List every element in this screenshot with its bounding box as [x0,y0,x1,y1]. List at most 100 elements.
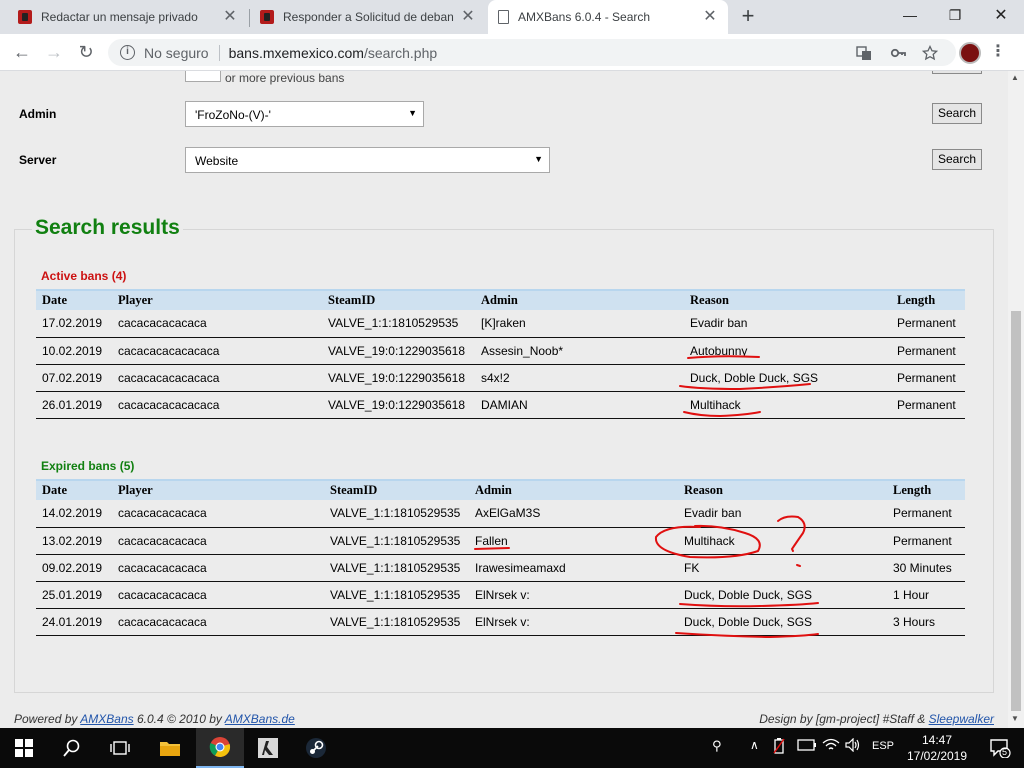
close-tab-icon[interactable]: ✕ [702,9,718,25]
column-header: Player [112,479,324,500]
amx-favicon-icon [18,10,32,24]
back-button[interactable]: ← [9,39,35,65]
scroll-up-icon[interactable]: ▲ [1011,73,1019,82]
url-path: /search.php [363,44,438,61]
file-explorer-icon[interactable] [146,728,194,768]
tab-unban-request[interactable]: Responder a Solicitud de debane ✕ [250,0,486,34]
address-bar[interactable]: i No seguro bans.mxemexico.com /search.p… [108,39,956,66]
table-cell: Permanent [891,310,965,338]
admin-filter-row: Admin 'FroZoNo-(V)-' ▼ Search [0,101,1008,127]
dropdown-arrow-icon: ▼ [534,154,543,164]
table-row[interactable]: 17.02.2019 cacacacacacaca VALVE_1:1:181052… [36,310,965,338]
table-cell: 10.02.2019 [36,337,112,365]
table-cell: AxElGaM3S [469,500,678,528]
table-row[interactable]: 10.02.2019 cacacacacacacaca VALVE_19:0:122… [36,337,965,365]
close-tab-icon[interactable]: ✕ [460,9,476,25]
menu-icon[interactable]: ⋮ [990,43,1006,63]
table-cell: Irawesimeamaxd [469,554,678,582]
page-footer: Powered by AMXBans 6.0.4 © 2010 by AMXBa… [0,707,1008,728]
table-row[interactable]: 07.02.2019 cacacacacacacaca VALVE_19:0:122… [36,364,965,392]
server-label: Server [19,153,57,167]
chrome-taskbar-icon[interactable] [196,728,244,768]
forward-button[interactable]: → [41,39,67,65]
volume-icon[interactable] [845,737,861,755]
table-cell: Permanent [891,337,965,365]
info-icon[interactable]: i [120,45,135,60]
server-select[interactable]: Website ▼ [185,147,550,173]
table-cell: Evadir ban [678,500,887,528]
amxbans-link[interactable]: AMXBans [80,712,133,726]
table-cell: Multihack [684,391,891,419]
people-icon[interactable]: ⚲ [712,738,722,754]
search-icon[interactable] [48,728,96,768]
key-icon[interactable] [890,45,906,61]
table-cell: cacacacacacacaca [112,337,322,365]
admin-select[interactable]: 'FroZoNo-(V)-' ▼ [185,101,424,127]
table-header-row: Date Player SteamID Admin Reason Length [36,289,965,310]
language-indicator[interactable]: ESP [872,740,894,752]
column-header: SteamID [322,289,475,310]
clock[interactable]: 14:47 17/02/2019 [906,732,968,764]
steam-icon[interactable] [292,728,340,768]
table-cell: 26.01.2019 [36,391,112,419]
show-hidden-icons-icon[interactable]: ∧ [750,738,759,752]
page-favicon-icon [498,10,509,24]
windows-taskbar: ⚲ ∧ ESP 14:47 17/02/2019 5 [0,728,1024,768]
table-row[interactable]: 25.01.2019 cacacacacacaca VALVE_1:1:181052… [36,581,965,609]
column-header: SteamID [324,479,469,500]
windows-start-icon[interactable] [0,728,48,768]
server-select-value: Website [195,154,239,168]
search-button-players[interactable]: Search [932,71,983,74]
tab-title: Responder a Solicitud de debane [283,10,454,24]
bookmark-star-icon[interactable] [921,44,939,61]
profile-avatar[interactable] [959,42,981,64]
battery-icon[interactable] [797,738,817,755]
table-cell: Assesin_Noob* [475,337,684,365]
translate-icon[interactable] [856,45,872,61]
table-cell: Permanent [891,364,965,392]
search-button-server[interactable]: Search [932,149,983,170]
players-filter-row: or more previous bans Search [0,71,1008,85]
table-cell: FK [678,554,887,582]
counter-strike-icon[interactable] [244,728,292,768]
table-row[interactable]: 24.01.2019 cacacacacacaca VALVE_1:1:181052… [36,608,965,636]
table-cell: ElNrsek v: [469,581,678,609]
search-results-title: Search results [32,216,183,240]
reload-button[interactable]: ↻ [73,39,99,65]
table-row[interactable]: 26.01.2019 cacacacacacacaca VALVE_19:0:122… [36,391,965,419]
column-header: Date [36,479,112,500]
close-tab-icon[interactable]: ✕ [222,9,238,25]
amxbans-site-link[interactable]: AMXBans.de [225,712,295,726]
table-cell: Duck, Doble Duck, SGS [678,581,887,609]
table-cell: Permanent [887,527,965,555]
search-button-admin[interactable]: Search [932,103,983,124]
network-icon[interactable] [822,738,840,755]
footer-design: Design by [gm-project] #Staff & Sleepwal… [759,712,994,726]
table-cell: s4x!2 [475,364,684,392]
tab-private-message[interactable]: Redactar un mensaje privado ✕ [8,0,248,34]
search-results-box: Search results Active bans (4) Date Playe… [14,216,994,693]
table-cell: VALVE_1:1:1810529535 [324,500,469,528]
new-tab-button[interactable]: + [737,5,759,27]
footer-credits: Powered by AMXBans 6.0.4 © 2010 by AMXBa… [14,712,295,726]
scroll-down-icon[interactable]: ▼ [1011,714,1019,723]
table-row[interactable]: 09.02.2019 cacacacacacaca VALVE_1:1:181052… [36,554,965,582]
minimize-button[interactable]: — [887,0,933,30]
clock-time: 14:47 [921,733,953,747]
previous-bans-input[interactable] [185,71,221,82]
power-icon[interactable] [773,738,785,757]
notifications-icon[interactable]: 5 [976,728,1024,768]
table-cell: 24.01.2019 [36,608,112,636]
tab-amxbans-search[interactable]: AMXBans 6.0.4 - Search ✕ [488,0,728,34]
task-view-icon[interactable] [96,728,144,768]
column-header: Reason [678,479,887,500]
vertical-scrollbar[interactable]: ▲ ▼ [1008,71,1024,728]
sleepwalker-link[interactable]: Sleepwalker [929,712,994,726]
window-close-button[interactable]: ✕ [978,0,1024,30]
table-row[interactable]: 14.02.2019 cacacacacacaca VALVE_1:1:181052… [36,500,965,528]
maximize-button[interactable]: ❐ [932,0,978,30]
players-filter-text: or more previous bans [225,71,345,85]
scroll-thumb[interactable] [1011,311,1021,711]
table-cell: 09.02.2019 [36,554,112,582]
table-row[interactable]: 13.02.2019 cacacacacacaca VALVE_1:1:181052… [36,527,965,555]
